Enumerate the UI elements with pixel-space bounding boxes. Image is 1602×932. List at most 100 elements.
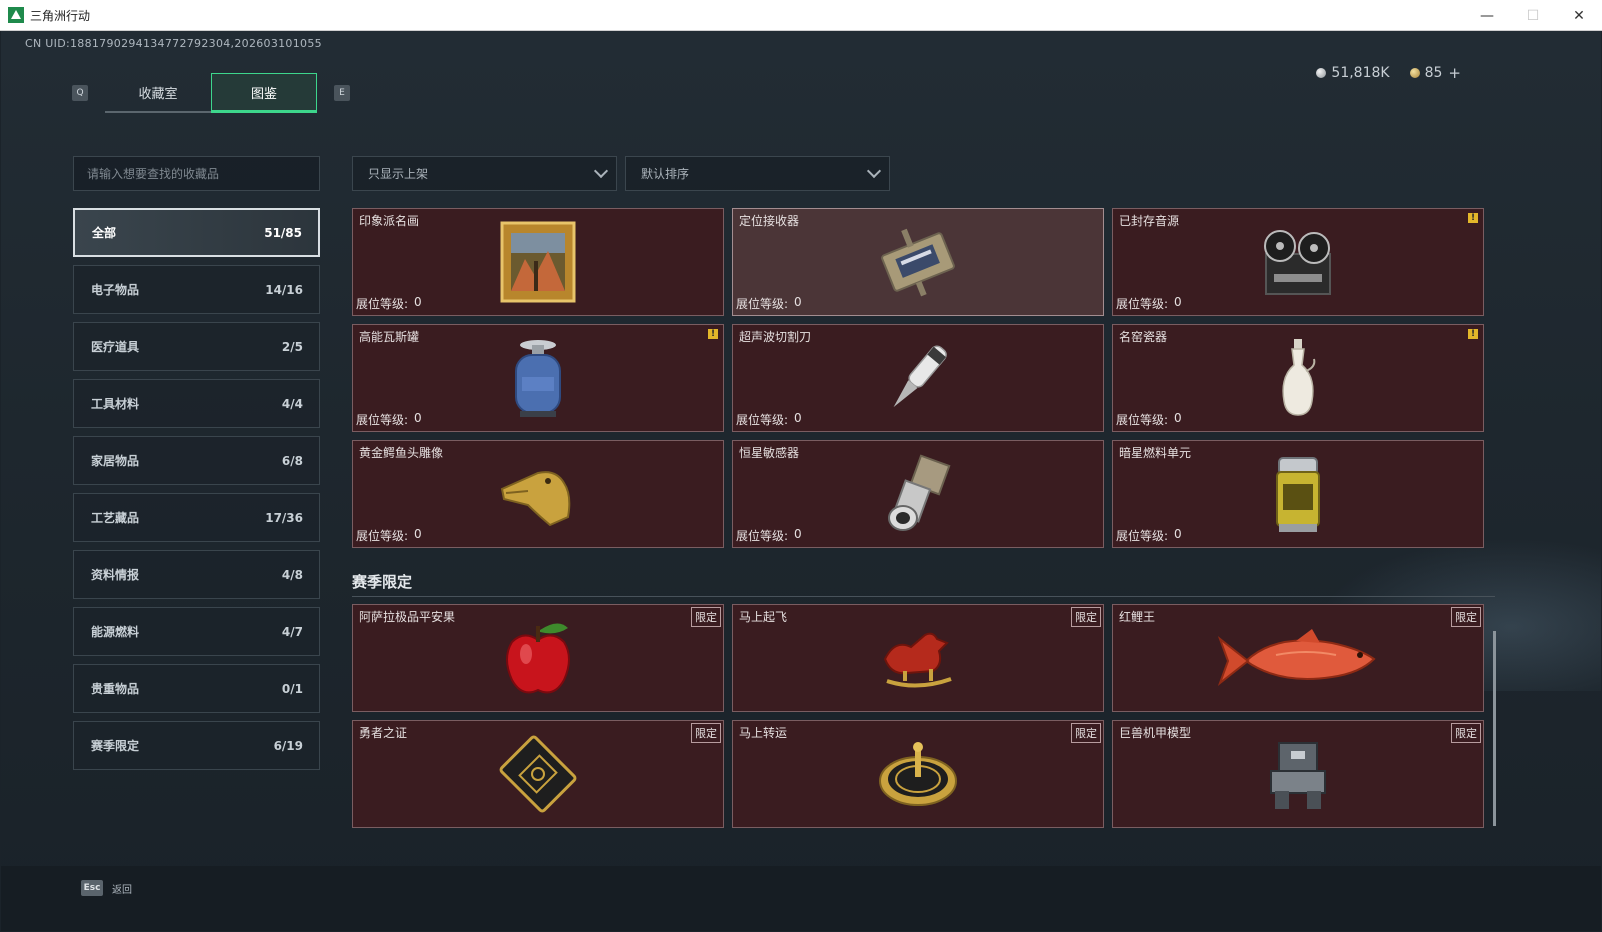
category-count: 4/4 bbox=[281, 396, 303, 411]
category-label: 能源燃料 bbox=[91, 625, 140, 639]
level-label: 展位等级: bbox=[356, 529, 409, 543]
level-value: 0 bbox=[1174, 295, 1182, 309]
app-icon bbox=[8, 7, 24, 23]
search-box[interactable] bbox=[73, 156, 320, 191]
item-level: 展位等级: 0 bbox=[356, 295, 422, 312]
item-name: 高能瓦斯罐 bbox=[359, 330, 420, 344]
tab-collection-room[interactable]: 收藏室 bbox=[105, 73, 211, 113]
item-card-carp[interactable]: 红鲤王 限定 bbox=[1112, 604, 1484, 712]
search-input[interactable] bbox=[87, 166, 306, 181]
level-label: 展位等级: bbox=[356, 413, 409, 427]
category-electronics[interactable]: 电子物品 14/16 bbox=[73, 265, 320, 314]
item-name: 黄金鳄鱼头雕像 bbox=[359, 446, 444, 460]
item-level: 展位等级: 0 bbox=[736, 527, 802, 544]
category-label: 工艺藏品 bbox=[91, 511, 140, 525]
level-label: 展位等级: bbox=[1116, 413, 1169, 427]
category-season[interactable]: 赛季限定 6/19 bbox=[73, 721, 320, 770]
item-card-star-sensor[interactable]: 恒星敏感器 展位等级: 0 bbox=[732, 440, 1104, 548]
item-name: 马上起飞 bbox=[739, 610, 788, 624]
item-level: 展位等级: 0 bbox=[736, 411, 802, 428]
game-viewport: CN UID:1881790294134772792304,2026031010… bbox=[1, 31, 1601, 931]
level-label: 展位等级: bbox=[736, 413, 789, 427]
level-label: 展位等级: bbox=[356, 297, 409, 311]
gold-amount: 85 bbox=[1424, 65, 1443, 81]
item-name: 红鲤王 bbox=[1119, 610, 1156, 624]
scrollbar[interactable] bbox=[1493, 631, 1496, 826]
limited-badge: 限定 bbox=[691, 723, 721, 743]
item-card-mech-model[interactable]: 巨兽机甲模型 限定 bbox=[1112, 720, 1484, 828]
item-card-receiver[interactable]: 定位接收器 展位等级: 0 bbox=[732, 208, 1104, 316]
item-card-tape-recorder[interactable]: 已封存音源 ! 展位等级: 0 bbox=[1112, 208, 1484, 316]
warning-icon: ! bbox=[1468, 213, 1478, 223]
section-title-season: 赛季限定 bbox=[352, 573, 413, 591]
item-name: 定位接收器 bbox=[739, 214, 800, 228]
item-card-vase[interactable]: 名窑瓷器 ! 展位等级: 0 bbox=[1112, 324, 1484, 432]
category-valuables[interactable]: 贵重物品 0/1 bbox=[73, 664, 320, 713]
shelf-filter-dropdown[interactable]: 只显示上架 bbox=[352, 156, 617, 191]
item-level: 展位等级: 0 bbox=[736, 295, 802, 312]
level-label: 展位等级: bbox=[1116, 297, 1169, 311]
category-count: 4/7 bbox=[281, 624, 303, 639]
item-level: 展位等级: 0 bbox=[1116, 411, 1182, 428]
section-divider bbox=[352, 596, 1495, 597]
key-hint-q: Q bbox=[72, 85, 88, 101]
category-count: 2/5 bbox=[281, 339, 303, 354]
limited-badge: 限定 bbox=[1451, 607, 1481, 627]
category-count: 51/85 bbox=[264, 225, 302, 240]
item-card-brave-badge[interactable]: 勇者之证 限定 bbox=[352, 720, 724, 828]
category-crafts[interactable]: 工艺藏品 17/36 bbox=[73, 493, 320, 542]
receiver-icon bbox=[881, 228, 955, 297]
item-name: 已封存音源 bbox=[1119, 214, 1180, 228]
chevron-down-icon bbox=[593, 163, 609, 179]
category-all[interactable]: 全部 51/85 bbox=[73, 208, 320, 257]
back-label[interactable]: 返回 bbox=[112, 881, 132, 896]
maximize-button[interactable]: ☐ bbox=[1510, 0, 1556, 31]
category-list: 全部 51/85 电子物品 14/16 医疗道具 2/5 工具材料 4/4 家居物品 6/… bbox=[73, 208, 320, 778]
category-count: 6/8 bbox=[281, 453, 303, 468]
item-card-cutter[interactable]: 超声波切割刀 展位等级: 0 bbox=[732, 324, 1104, 432]
category-count: 17/36 bbox=[265, 510, 303, 525]
category-label: 工具材料 bbox=[91, 397, 140, 411]
item-level: 展位等级: 0 bbox=[356, 527, 422, 544]
window-controls: — ☐ ✕ bbox=[1464, 0, 1602, 31]
item-card-fortune-wheel[interactable]: 马上转运 限定 bbox=[732, 720, 1104, 828]
add-currency-button[interactable]: + bbox=[1448, 64, 1461, 82]
item-card-painting[interactable]: 印象派名画 展位等级: 0 bbox=[352, 208, 724, 316]
mech-model-icon bbox=[1270, 742, 1326, 809]
item-card-apple[interactable]: 阿萨拉极品平安果 限定 bbox=[352, 604, 724, 712]
warning-icon: ! bbox=[1468, 329, 1478, 339]
window-titlebar: 三角洲行动 — ☐ ✕ bbox=[0, 0, 1602, 31]
item-card-fuel-cell[interactable]: 暗星燃料单元 展位等级: 0 bbox=[1112, 440, 1484, 548]
fuel-cell-icon bbox=[1276, 457, 1320, 532]
silver-amount: 51,818K bbox=[1331, 65, 1390, 81]
item-card-horse[interactable]: 马上起飞 限定 bbox=[732, 604, 1104, 712]
carp-icon bbox=[1217, 629, 1376, 686]
item-level: 展位等级: 0 bbox=[356, 411, 422, 428]
category-medical[interactable]: 医疗道具 2/5 bbox=[73, 322, 320, 371]
category-tools[interactable]: 工具材料 4/4 bbox=[73, 379, 320, 428]
item-name: 勇者之证 bbox=[359, 726, 408, 740]
star-sensor-icon bbox=[888, 454, 951, 531]
close-button[interactable]: ✕ bbox=[1556, 0, 1602, 31]
esc-key-hint[interactable]: Esc bbox=[81, 880, 103, 896]
level-value: 0 bbox=[414, 527, 422, 541]
tab-catalog[interactable]: 图鉴 bbox=[211, 73, 317, 113]
key-hint-e: E bbox=[334, 85, 350, 101]
category-intel[interactable]: 资料情报 4/8 bbox=[73, 550, 320, 599]
minimize-button[interactable]: — bbox=[1464, 0, 1510, 31]
limited-badge: 限定 bbox=[691, 607, 721, 627]
level-value: 0 bbox=[1174, 411, 1182, 425]
category-count: 6/19 bbox=[273, 738, 303, 753]
category-home[interactable]: 家居物品 6/8 bbox=[73, 436, 320, 485]
horse-statue-icon bbox=[883, 632, 952, 688]
category-label: 电子物品 bbox=[91, 283, 140, 297]
level-value: 0 bbox=[794, 411, 802, 425]
item-name: 阿萨拉极品平安果 bbox=[359, 610, 456, 624]
sort-dropdown[interactable]: 默认排序 bbox=[625, 156, 890, 191]
fortune-wheel-icon bbox=[879, 742, 957, 806]
category-label: 全部 bbox=[92, 226, 117, 240]
crocodile-statue-icon bbox=[500, 471, 571, 527]
category-energy[interactable]: 能源燃料 4/7 bbox=[73, 607, 320, 656]
item-card-gas-tank[interactable]: 高能瓦斯罐 ! 展位等级: 0 bbox=[352, 324, 724, 432]
item-card-crocodile[interactable]: 黄金鳄鱼头雕像 展位等级: 0 bbox=[352, 440, 724, 548]
